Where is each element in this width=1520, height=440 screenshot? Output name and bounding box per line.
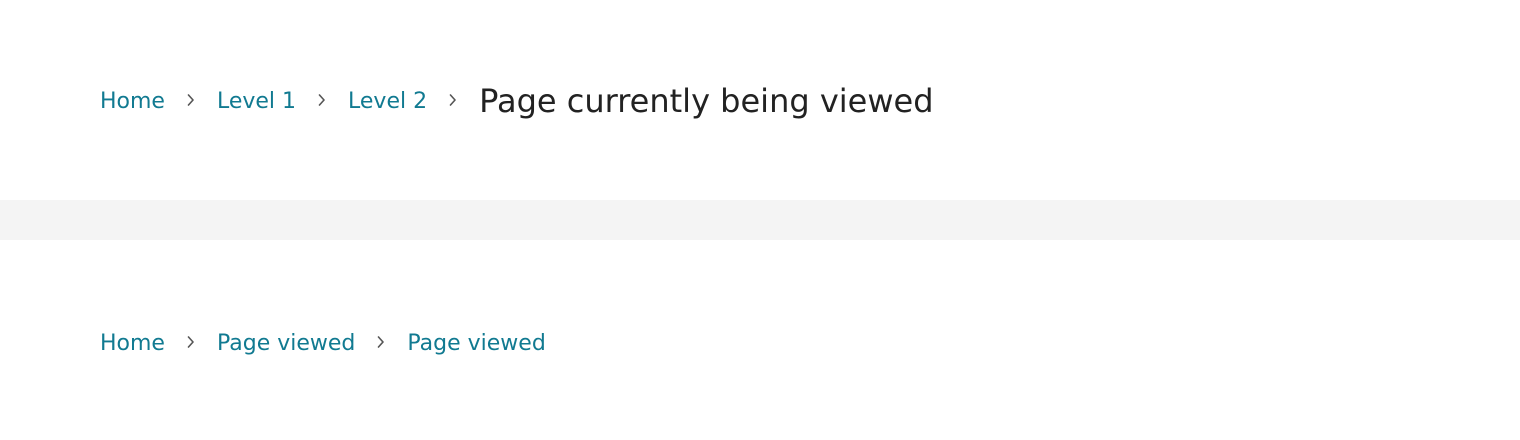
breadcrumb-link-level-2[interactable]: Level 2 xyxy=(348,91,427,113)
breadcrumb: Home Page viewed Page viewed xyxy=(100,322,546,366)
breadcrumb-current-page: Page currently being viewed xyxy=(479,81,934,120)
section-divider xyxy=(0,200,1520,240)
breadcrumb-link-page-viewed[interactable]: Page viewed xyxy=(407,333,545,355)
chevron-right-icon xyxy=(443,88,463,112)
chevron-right-icon xyxy=(181,88,201,112)
chevron-right-icon xyxy=(312,88,332,112)
breadcrumb-link-home[interactable]: Home xyxy=(100,91,165,113)
chevron-right-icon xyxy=(181,330,201,354)
breadcrumb-link-page-viewed[interactable]: Page viewed xyxy=(217,333,355,355)
breadcrumb-link-level-1[interactable]: Level 1 xyxy=(217,91,296,113)
breadcrumb-example-short: Home Page viewed Page viewed xyxy=(0,240,1520,440)
chevron-right-icon xyxy=(371,330,391,354)
breadcrumb-link-home[interactable]: Home xyxy=(100,333,165,355)
breadcrumb-example-full: Home Level 1 Level 2 Page currently bein… xyxy=(0,0,1520,200)
breadcrumb: Home Level 1 Level 2 Page currently bein… xyxy=(100,80,934,124)
